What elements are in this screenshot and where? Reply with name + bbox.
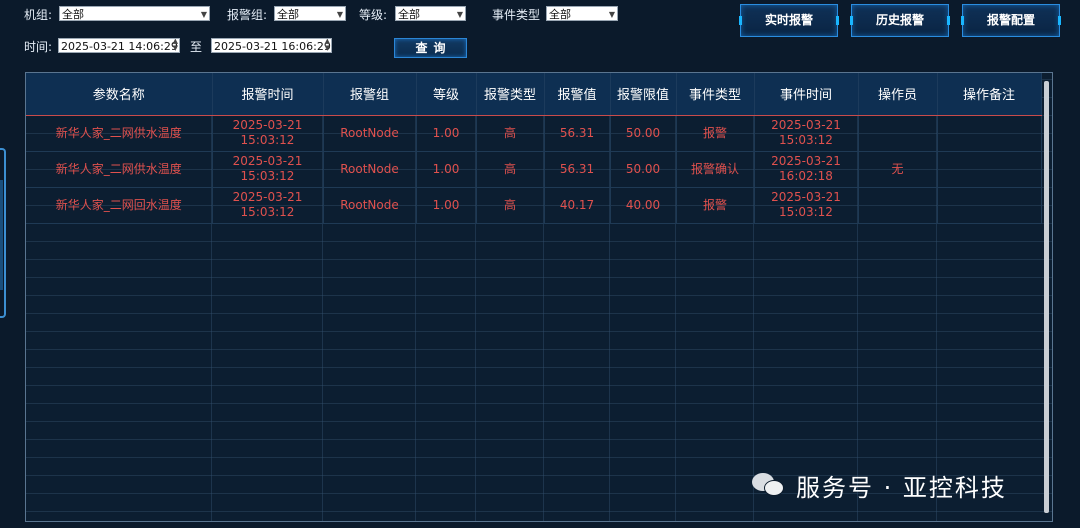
cell-event-type: 报警: [676, 187, 755, 224]
cell-alarm-clock: 15:03:12: [240, 169, 295, 183]
header-alarm-value[interactable]: 报警值: [544, 73, 611, 116]
watermark-text: 服务号 · 亚控科技: [796, 473, 1007, 502]
level-label: 等级:: [359, 8, 388, 22]
cell-remark: [937, 115, 1042, 152]
time-end-value: 2025-03-21 16:06:29: [214, 40, 331, 53]
cell-group: RootNode: [323, 115, 417, 152]
cell-value: 56.31: [544, 115, 611, 152]
cell-limit: 50.00: [610, 151, 677, 188]
header-alarm-limit[interactable]: 报警限值: [610, 73, 677, 116]
time-label: 时间:: [24, 40, 53, 54]
time-to-label: 至: [190, 40, 203, 54]
cell-value: 56.31: [544, 151, 611, 188]
table-header-row: 参数名称 报警时间 报警组 等级 报警类型 报警值 报警限值 事件类型 事件时间…: [26, 73, 1042, 116]
realtime-alarm-button[interactable]: 实时报警: [739, 4, 839, 37]
cell-event-clock: 16:02:18: [779, 169, 833, 183]
vertical-scrollbar[interactable]: [1044, 81, 1049, 513]
header-alarm-time[interactable]: 报警时间: [212, 73, 324, 116]
wechat-icon: [752, 471, 786, 499]
cell-group: RootNode: [323, 187, 417, 224]
cell-limit: 40.00: [610, 187, 677, 224]
cell-event-date: 2025-03-21: [771, 118, 841, 132]
cell-operator: 无: [858, 151, 938, 188]
watermark: 服务号 · 亚控科技: [752, 468, 1007, 502]
header-operator[interactable]: 操作员: [858, 73, 938, 116]
cell-param: 新华人家_二网供水温度: [26, 115, 213, 152]
event-type-label: 事件类型: [492, 8, 541, 22]
header-alarm-group[interactable]: 报警组: [323, 73, 417, 116]
cell-group: RootNode: [323, 151, 417, 188]
group-select[interactable]: 全部 ▼: [274, 6, 346, 21]
chevron-down-icon: ▼: [336, 10, 343, 19]
level-select[interactable]: 全部 ▼: [395, 6, 466, 21]
cell-event-type: 报警确认: [676, 151, 755, 188]
cell-alarm-clock: 15:03:12: [240, 205, 295, 219]
cell-alarm-time: 2025-03-21 15:03:12: [212, 187, 324, 224]
header-alarm-type[interactable]: 报警类型: [476, 73, 545, 116]
alarm-table: 参数名称 报警时间 报警组 等级 报警类型 报警值 报警限值 事件类型 事件时间…: [26, 73, 1042, 224]
history-alarm-button[interactable]: 历史报警: [850, 4, 950, 37]
unit-select[interactable]: 全部 ▼: [59, 6, 210, 21]
level-select-value: 全部: [398, 8, 420, 21]
header-event-type[interactable]: 事件类型: [676, 73, 755, 116]
event-type-select[interactable]: 全部 ▼: [546, 6, 618, 21]
group-label: 报警组:: [227, 8, 268, 22]
time-start-input[interactable]: 2025-03-21 14:06:29 ▲ ▼: [58, 38, 180, 53]
time-start-value: 2025-03-21 14:06:29: [61, 40, 178, 53]
cell-remark: [937, 151, 1042, 188]
cell-type: 高: [476, 187, 545, 224]
cell-event-date: 2025-03-21: [771, 154, 841, 168]
chevron-down-icon: ▼: [200, 10, 207, 19]
cell-alarm-time: 2025-03-21 15:03:12: [212, 151, 324, 188]
cell-event-time: 2025-03-21 15:03:12: [754, 115, 859, 152]
spinner-icon[interactable]: ▲ ▼: [325, 39, 330, 52]
cell-param: 新华人家_二网供水温度: [26, 151, 213, 188]
header-level[interactable]: 等级: [416, 73, 477, 116]
chevron-down-icon: ▼: [456, 10, 463, 19]
cell-event-clock: 15:03:12: [779, 205, 833, 219]
cell-level: 1.00: [416, 151, 477, 188]
cell-limit: 50.00: [610, 115, 677, 152]
alarm-table-panel: 参数名称 报警时间 报警组 等级 报警类型 报警值 报警限值 事件类型 事件时间…: [25, 72, 1053, 522]
cell-operator: [858, 187, 938, 224]
cell-alarm-clock: 15:03:12: [240, 133, 295, 147]
cell-remark: [937, 187, 1042, 224]
table-row[interactable]: 新华人家_二网供水温度 2025-03-21 15:03:12 RootNode …: [26, 115, 1042, 152]
header-remark[interactable]: 操作备注: [937, 73, 1042, 116]
cell-event-type: 报警: [676, 115, 755, 152]
event-type-select-value: 全部: [549, 8, 571, 21]
cell-alarm-date: 2025-03-21: [232, 118, 303, 132]
left-edge-bar: [0, 180, 3, 290]
cell-event-date: 2025-03-21: [771, 190, 841, 204]
alarm-config-button[interactable]: 报警配置: [961, 4, 1061, 37]
unit-select-value: 全部: [62, 8, 84, 21]
cell-level: 1.00: [416, 115, 477, 152]
query-button[interactable]: 查询: [394, 38, 467, 58]
cell-type: 高: [476, 115, 545, 152]
cell-event-time: 2025-03-21 16:02:18: [754, 151, 859, 188]
unit-label: 机组:: [24, 8, 53, 22]
cell-alarm-date: 2025-03-21: [232, 154, 303, 168]
cell-type: 高: [476, 151, 545, 188]
cell-value: 40.17: [544, 187, 611, 224]
cell-alarm-time: 2025-03-21 15:03:12: [212, 115, 324, 152]
table-row[interactable]: 新华人家_二网供水温度 2025-03-21 15:03:12 RootNode …: [26, 151, 1042, 188]
cell-operator: [858, 115, 938, 152]
cell-param: 新华人家_二网回水温度: [26, 187, 213, 224]
cell-level: 1.00: [416, 187, 477, 224]
cell-event-clock: 15:03:12: [779, 133, 833, 147]
spinner-icon[interactable]: ▲ ▼: [173, 39, 178, 52]
header-param-name[interactable]: 参数名称: [26, 73, 213, 116]
cell-event-time: 2025-03-21 15:03:12: [754, 187, 859, 224]
chevron-down-icon: ▼: [608, 10, 615, 19]
header-event-time[interactable]: 事件时间: [754, 73, 859, 116]
table-row[interactable]: 新华人家_二网回水温度 2025-03-21 15:03:12 RootNode …: [26, 187, 1042, 224]
cell-alarm-date: 2025-03-21: [232, 190, 303, 204]
time-end-input[interactable]: 2025-03-21 16:06:29 ▲ ▼: [211, 38, 332, 53]
group-select-value: 全部: [277, 8, 299, 21]
